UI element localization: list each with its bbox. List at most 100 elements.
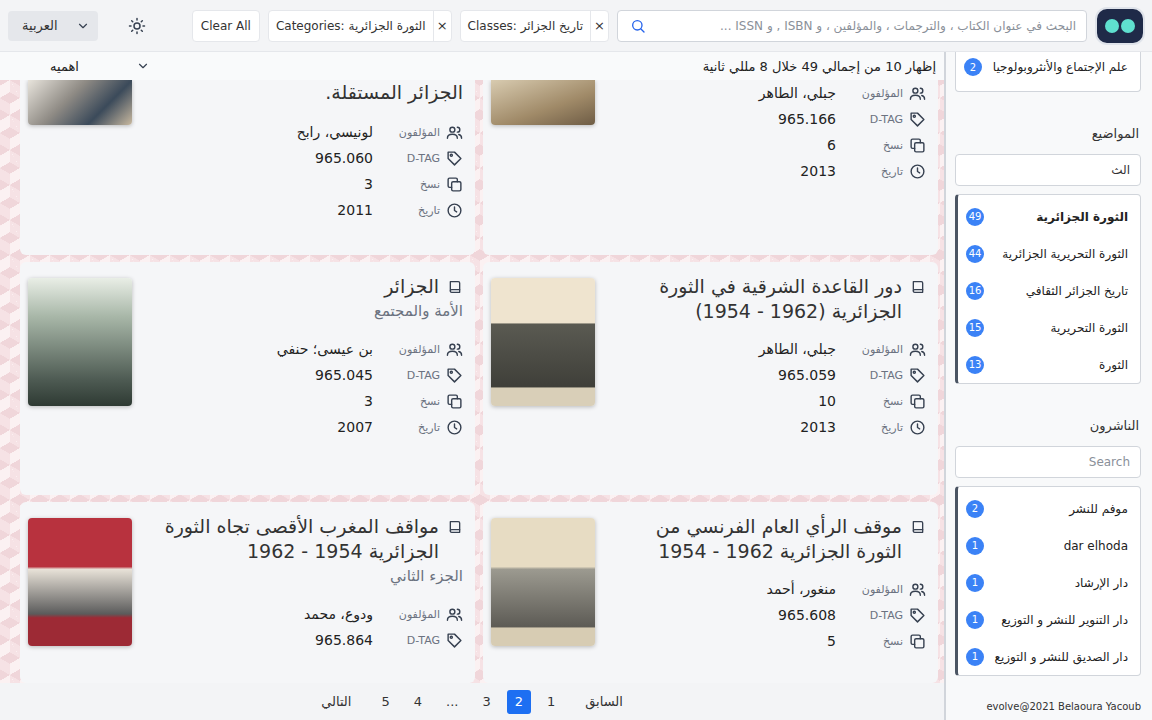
facet-count-badge: 1 [966,611,984,629]
book-card[interactable]: الجزائرالأمة والمجتمعالمؤلفونبن عيسى؛ حن… [20,262,475,495]
facet-item[interactable]: dar elhoda1 [958,527,1140,564]
field-label-text: D-TAG [407,152,440,165]
search-icon[interactable] [630,18,646,34]
book-icon [910,279,926,295]
book-icon [910,519,926,535]
page-body: اهميهإظهار 10 من إجمالي 49 خلال 8 مللي ث… [0,52,1152,720]
page-button[interactable]: 4 [406,690,430,714]
field-value: 2011 [150,202,373,218]
facet-label: تاريخ الجزائر الثقافي [1026,284,1128,298]
book-title[interactable]: دور القاعدة الشرقية في الثورة الجزائرية … [613,274,926,324]
page-button[interactable]: السابق [571,690,637,714]
tag-icon [909,367,926,384]
book-title-text[interactable]: الجزائر المستقلة. [325,80,463,105]
authors-icon [909,85,926,102]
field-value: 3 [150,393,373,409]
facet-label: دار الإرشاد [1075,576,1128,590]
field-label-text: D-TAG [870,369,903,382]
book-card[interactable]: موقف الرأي العام الفرنسي من الثورة الجزا… [483,502,938,683]
page-button[interactable]: التالي [307,690,365,714]
book-details: المؤلفونجبلي، الطاهرD-TAG965.166نسخ6تاري… [613,80,926,255]
facet-item[interactable]: الثورة13 [958,346,1140,383]
book-cover[interactable] [28,518,132,646]
remove-filter-button[interactable]: × [433,11,451,41]
facet-item[interactable]: تاريخ الجزائر الثقافي16 [958,272,1140,309]
field-label: المؤلفون [836,341,926,358]
clear-all-button[interactable]: Clear All [192,10,260,42]
book-field: D-TAG965.166 [613,106,926,132]
facet-item[interactable]: الثورة الجزائرية49 [958,198,1140,235]
book-title-text[interactable]: دور القاعدة الشرقية في الثورة الجزائرية … [613,274,902,324]
book-title[interactable]: الجزائر المستقلة. [150,80,463,105]
field-label: المؤلفون [373,341,463,358]
copies-icon [909,633,926,650]
field-value: 965.608 [613,607,836,623]
book-cover[interactable] [491,80,595,125]
page-button[interactable]: 5 [373,690,397,714]
book-field: المؤلفونودوع، محمد [150,601,463,627]
topics-search-input[interactable] [955,154,1141,186]
copies-icon [446,393,463,410]
language-select[interactable]: العربية [8,11,98,41]
book-cover[interactable] [491,518,595,646]
app: العربيةClear AllCategories: الثورة الجزا… [0,0,1152,720]
date-icon [446,419,463,436]
book-field: المؤلفونجبلي، الطاهر [613,336,926,362]
book-field: نسخ5 [613,628,926,654]
book-fields: المؤلفونلونيسي، رابحD-TAG965.060نسخ3تاري… [150,119,463,223]
search-input[interactable] [654,19,1076,33]
book-field: نسخ3 [150,171,463,197]
book-cover[interactable] [28,278,132,406]
field-label: نسخ [373,176,463,193]
book-title[interactable]: الجزائر [150,274,463,299]
field-label: D-TAG [836,607,926,624]
book-title-text[interactable]: مواقف المغرب الأقصى تجاه الثورة الجزائري… [150,514,439,564]
book-card[interactable]: الجزائر المستقلة. المؤلفونلونيسي، رابحD-T… [20,80,475,255]
book-field: تاريخ2011 [150,197,463,223]
language-label: العربية [22,18,58,33]
book-title-text[interactable]: الجزائر [384,274,439,299]
sort-select[interactable]: اهميه [20,54,158,78]
page-button[interactable]: 2 [507,690,531,714]
book-title[interactable]: مواقف المغرب الأقصى تجاه الثورة الجزائري… [150,514,463,564]
field-value: 5 [613,633,836,649]
page-button[interactable]: ... [438,690,466,714]
chevron-down-icon [136,59,150,73]
remove-filter-button[interactable]: × [590,11,608,41]
book-field: تاريخ2007 [150,414,463,440]
field-label: نسخ [836,633,926,650]
publishers-search-input[interactable] [955,446,1141,478]
page-button[interactable]: 1 [539,690,563,714]
facet-count-badge: 1 [966,648,984,666]
field-label: D-TAG [836,111,926,128]
facet-item[interactable]: موفم للنشر2 [958,490,1140,527]
top-bar: العربيةClear AllCategories: الثورة الجزا… [0,0,1152,52]
field-value: 2013 [613,163,836,179]
field-label: نسخ [373,393,463,410]
book-card[interactable]: المؤلفونجبلي، الطاهرD-TAG965.166نسخ6تاري… [483,80,938,255]
field-label: تاريخ [373,419,463,436]
book-title[interactable]: موقف الرأي العام الفرنسي من الثورة الجزا… [613,514,926,564]
field-label-text: D-TAG [407,634,440,647]
facet-count-badge: 15 [966,319,984,337]
field-label: D-TAG [373,367,463,384]
logo-icon[interactable] [1095,6,1145,46]
page-button[interactable]: 3 [474,690,498,714]
book-fields: المؤلفونبن عيسى؛ حنفيD-TAG965.045نسخ3تار… [150,336,463,440]
book-card[interactable]: مواقف المغرب الأقصى تجاه الثورة الجزائري… [20,502,475,683]
book-cover[interactable] [491,278,595,406]
facet-item[interactable]: دار الصديق للنشر و التوزيع1 [958,638,1140,675]
facet-item[interactable]: دار التنوير للنشر و التوزيع1 [958,601,1140,638]
book-card[interactable]: دور القاعدة الشرقية في الثورة الجزائرية … [483,262,938,495]
book-cover[interactable] [28,80,132,125]
field-label: تاريخ [836,419,926,436]
topics-list: الثورة الجزائرية49الثورة التحريرية الجزا… [955,194,1141,384]
book-title-text[interactable]: موقف الرأي العام الفرنسي من الثورة الجزا… [613,514,902,564]
book-field: المؤلفونبن عيسى؛ حنفي [150,336,463,362]
facet-item[interactable]: الثورة التحريرية15 [958,309,1140,346]
topics-heading: المواضيع [955,126,1141,146]
sun-icon[interactable] [128,17,146,35]
facet-item[interactable]: دار الإرشاد1 [958,564,1140,601]
facet-item[interactable]: الثورة التحريرية الجزائرية44 [958,235,1140,272]
facet-item[interactable]: علم الإجتماع والأنثروبولوجيا2 [956,52,1140,82]
